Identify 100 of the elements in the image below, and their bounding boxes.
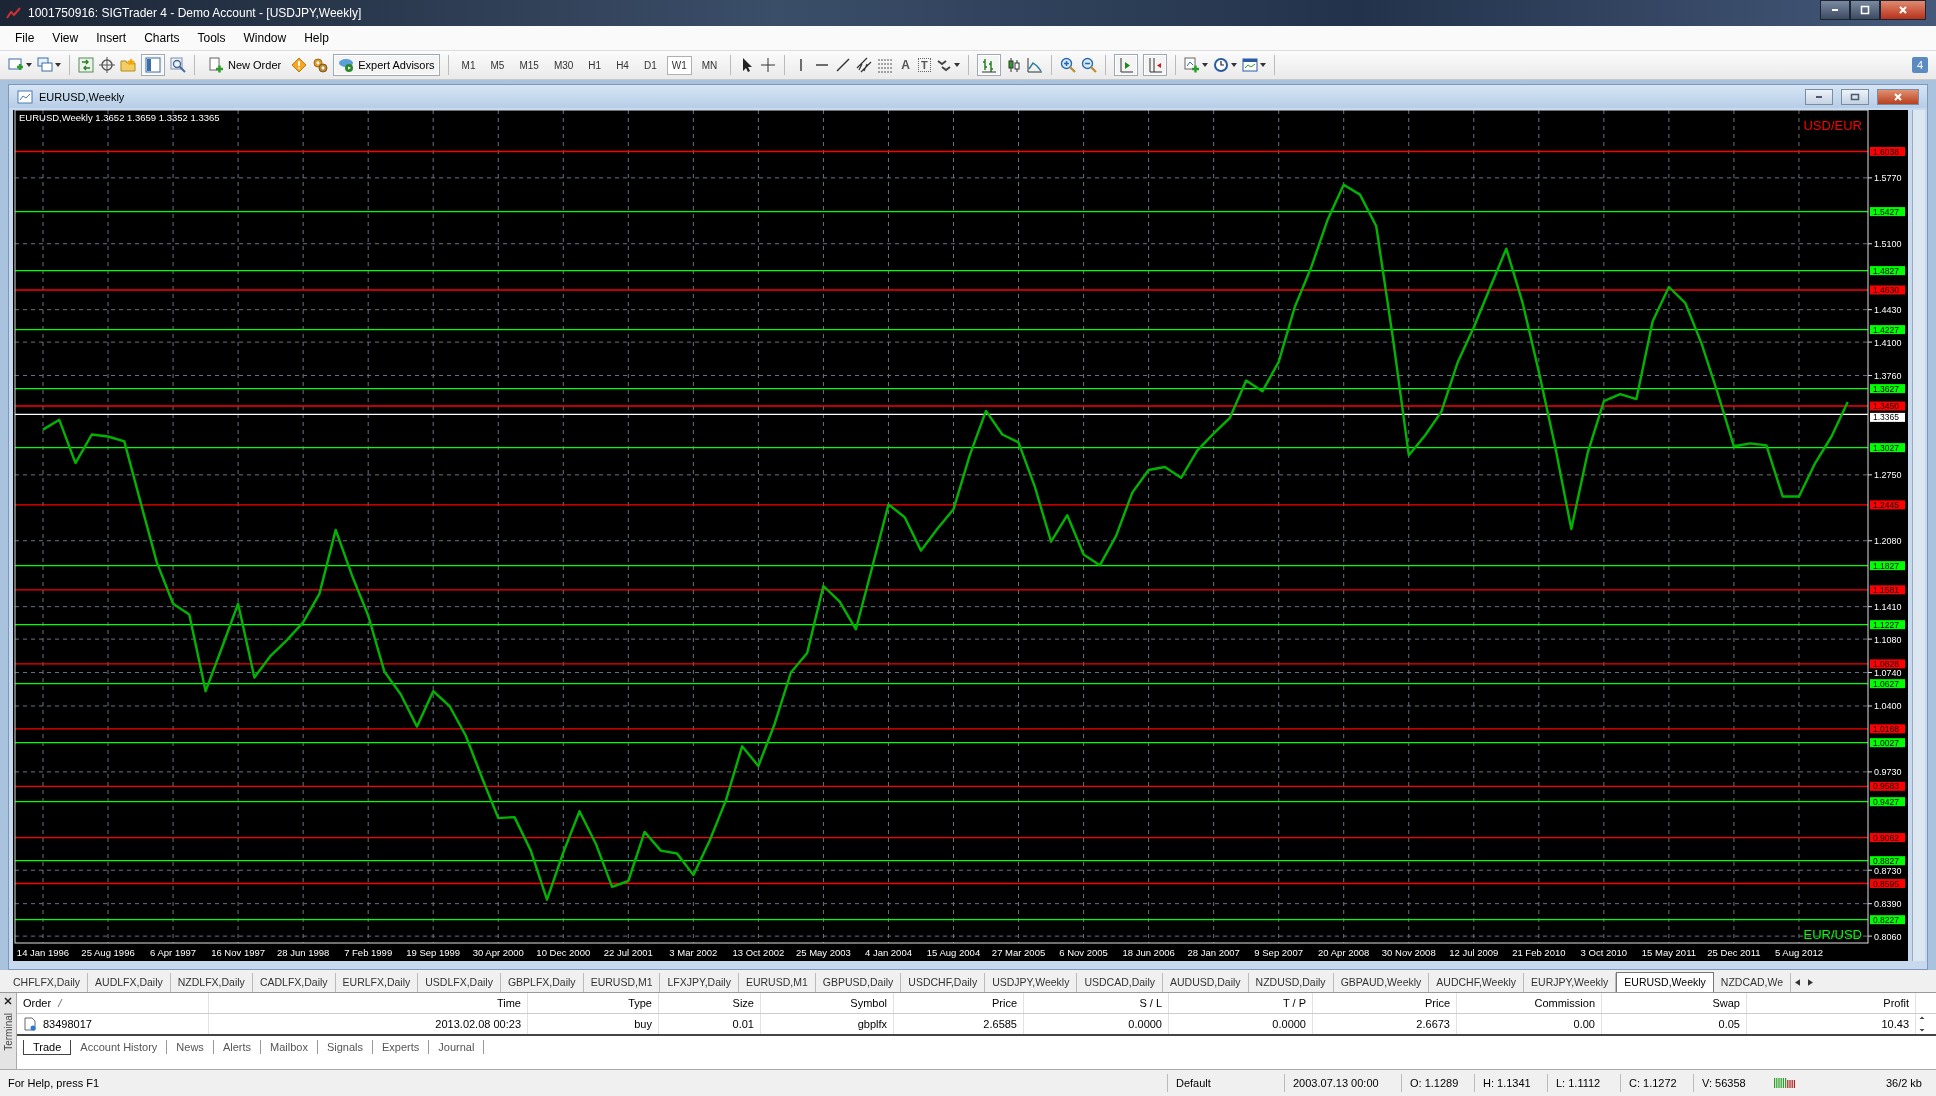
chart-tab[interactable]: CHFLFX,Daily xyxy=(6,973,89,992)
column-header[interactable]: Time xyxy=(209,993,528,1013)
new-order-button[interactable]: New Order xyxy=(203,54,287,76)
column-header[interactable]: T / P xyxy=(1169,993,1313,1013)
column-header[interactable]: S / L xyxy=(1024,993,1169,1013)
chart-tab[interactable]: GBPAUD,Weekly xyxy=(1333,973,1430,992)
chart-tab[interactable]: EURUSD,M1 xyxy=(738,973,816,992)
chart-shift-button[interactable] xyxy=(1113,54,1138,76)
terminal-tab[interactable]: Alerts xyxy=(213,1040,261,1054)
timeframe-button[interactable]: W1 xyxy=(666,55,692,75)
timeframe-button[interactable]: M1 xyxy=(456,55,481,75)
terminal-tab[interactable]: Account History xyxy=(71,1040,168,1054)
chart-tab[interactable]: GBPUSD,Daily xyxy=(815,973,902,992)
chart-tab[interactable]: NZDCAD,We xyxy=(1713,973,1792,992)
auto-scroll-button[interactable] xyxy=(1142,54,1167,76)
zoom-out-icon[interactable] xyxy=(1080,57,1097,73)
menu-item[interactable]: Charts xyxy=(135,29,189,47)
timeframe-button[interactable]: M15 xyxy=(514,55,544,75)
trendline-icon[interactable] xyxy=(835,57,852,73)
folder-star-icon[interactable] xyxy=(120,57,136,73)
magnifier-icon[interactable] xyxy=(170,57,186,73)
minimize-button[interactable] xyxy=(1805,88,1833,105)
menu-item[interactable]: Window xyxy=(234,29,296,47)
template-icon[interactable] xyxy=(1241,57,1258,73)
terminal-tab[interactable]: News xyxy=(167,1040,214,1054)
caret-icon[interactable] xyxy=(26,63,32,67)
navigator-button[interactable] xyxy=(141,54,165,76)
caret-icon[interactable] xyxy=(1259,63,1266,67)
date-tick-label: 25 Aug 1996 xyxy=(81,947,135,958)
column-header[interactable]: Price xyxy=(1313,993,1457,1013)
scroll-arrows-icon[interactable] xyxy=(1918,1014,1926,1034)
chart-tab[interactable]: AUDCHF,Weekly xyxy=(1429,973,1525,992)
chart-tab[interactable]: NZDUSD,Daily xyxy=(1248,973,1334,992)
chart-tab[interactable]: EURUSD,Weekly xyxy=(1616,972,1714,992)
column-header[interactable]: Symbol xyxy=(761,993,894,1013)
price-level-badge: 1.5427 xyxy=(1870,206,1905,217)
caret-icon[interactable] xyxy=(1230,63,1237,67)
chart-tab[interactable]: EURUSD,M1 xyxy=(583,973,661,992)
menu-item[interactable]: Help xyxy=(295,29,338,47)
timeframe-button[interactable]: MN xyxy=(696,55,723,75)
chart-tab[interactable]: USDCAD,Daily xyxy=(1077,973,1163,992)
crosshair-icon[interactable] xyxy=(99,57,115,73)
chart-tab[interactable]: NZDLFX,Daily xyxy=(170,973,253,992)
messages-badge[interactable]: 4 xyxy=(1911,57,1928,73)
ref-line-label: 1.4630 xyxy=(1873,284,1900,295)
menu-item[interactable]: View xyxy=(43,29,88,47)
chart-tab[interactable]: AUDLFX,Daily xyxy=(88,973,171,992)
text-label-tool[interactable]: T xyxy=(917,58,931,72)
terminal-tab[interactable]: Experts xyxy=(373,1040,430,1054)
close-button[interactable] xyxy=(1880,0,1926,20)
text-tool[interactable]: A xyxy=(898,58,913,72)
channel-icon[interactable] xyxy=(856,57,873,73)
timeframe-button[interactable]: M30 xyxy=(548,55,579,75)
menu-item[interactable]: Tools xyxy=(188,29,235,47)
close-icon[interactable] xyxy=(4,997,12,1005)
column-header[interactable]: Profit xyxy=(1747,993,1916,1013)
expert-advisors-button[interactable]: Expert Advisors xyxy=(333,54,440,76)
timeframe-button[interactable]: H1 xyxy=(583,55,607,75)
bar-chart-button[interactable] xyxy=(976,54,1001,76)
clock-icon[interactable] xyxy=(1212,57,1229,73)
terminal-tab[interactable]: Signals xyxy=(317,1040,373,1054)
candlestick-icon[interactable] xyxy=(1005,57,1022,73)
column-header[interactable]: Order xyxy=(17,993,209,1013)
menu-item[interactable]: File xyxy=(6,29,44,47)
terminal-tab[interactable]: Trade xyxy=(23,1040,72,1055)
zoom-in-icon[interactable] xyxy=(1059,57,1076,73)
chart-tab[interactable]: LFXJPY,Daily xyxy=(660,973,739,992)
column-header[interactable]: Type xyxy=(528,993,659,1013)
column-header[interactable]: Size xyxy=(659,993,761,1013)
arrows-icon[interactable] xyxy=(935,57,952,73)
gears-icon[interactable] xyxy=(312,57,329,73)
scroll-right-icon[interactable] xyxy=(1808,979,1814,986)
scroll-left-icon[interactable] xyxy=(1795,979,1801,986)
caret-icon[interactable] xyxy=(1201,63,1208,67)
minimize-button[interactable] xyxy=(1820,0,1850,20)
menu-item[interactable]: Insert xyxy=(87,29,136,47)
ref-line-label: 1.0627 xyxy=(1873,678,1900,689)
line-chart-icon[interactable] xyxy=(1026,57,1043,73)
timeframe-button[interactable]: H4 xyxy=(611,55,634,75)
chart-tab[interactable]: CADLFX,Daily xyxy=(252,973,336,992)
diamond-icon[interactable] xyxy=(291,57,308,73)
chart-tab[interactable]: USDLFX,Daily xyxy=(418,973,501,992)
date-tick-label: 28 Jun 1998 xyxy=(277,947,330,958)
chart-tab[interactable]: USDCHF,Daily xyxy=(901,973,986,992)
column-header[interactable]: Swap xyxy=(1602,993,1747,1013)
window-arrows-icon[interactable] xyxy=(78,57,94,73)
column-header[interactable]: Commission xyxy=(1457,993,1602,1013)
chart-tab[interactable]: GBPLFX,Daily xyxy=(500,973,584,992)
timeframe-button[interactable]: D1 xyxy=(638,55,662,75)
maximize-button[interactable] xyxy=(1850,0,1880,20)
terminal-tab[interactable]: Journal xyxy=(429,1040,485,1054)
caret-icon[interactable] xyxy=(55,63,61,67)
chart-tab[interactable]: USDJPY,Weekly xyxy=(985,973,1078,992)
caret-icon[interactable] xyxy=(953,63,960,67)
column-header[interactable]: Price xyxy=(894,993,1024,1013)
terminal-tab[interactable]: Mailbox xyxy=(261,1040,318,1054)
chart-tab[interactable]: EURLFX,Daily xyxy=(335,973,419,992)
restore-button[interactable] xyxy=(1841,88,1869,105)
timeframe-button[interactable]: M5 xyxy=(485,55,510,75)
chart-tab[interactable]: AUDUSD,Daily xyxy=(1163,973,1249,992)
